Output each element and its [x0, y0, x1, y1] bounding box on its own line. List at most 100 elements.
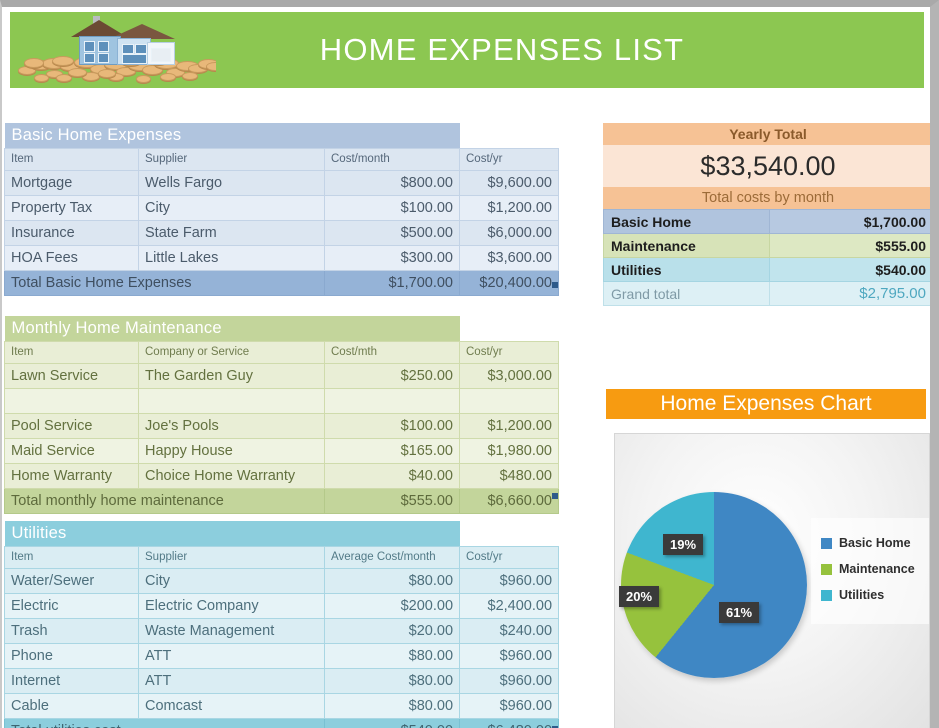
cell-cost-month: $165.00 — [324, 437, 460, 464]
table-total-row: Total utilities cost $540.00 $6,480.00 — [4, 717, 560, 728]
cell-item: Cable — [4, 692, 139, 719]
cell-company: The Garden Guy — [138, 362, 325, 389]
total-cost-month: $1,700.00 — [324, 269, 460, 296]
chart-legend: Basic Home Maintenance Utilities — [811, 518, 929, 624]
table-row[interactable]: Electric Electric Company $200.00 $2,400… — [4, 592, 560, 619]
breakdown-row-maintenance[interactable]: Maintenance $555.00 — [603, 233, 930, 258]
cell-cost-yr: $3,000.00 — [459, 362, 559, 389]
column-header-avg-cost-month: Average Cost/month — [323, 545, 461, 569]
cell-item: HOA Fees — [4, 244, 139, 271]
pie-data-label-maintenance: 20% — [619, 586, 660, 607]
table-total-row: Total monthly home maintenance $555.00 $… — [4, 487, 559, 514]
column-header-cost-month: Cost/month — [324, 147, 460, 171]
cell-cost-yr: $480.00 — [459, 462, 559, 489]
cell-item: Phone — [4, 642, 139, 669]
table-row[interactable]: Home Warranty Choice Home Warranty $40.0… — [4, 462, 559, 489]
cell-cost-month: $100.00 — [324, 194, 460, 221]
table-row[interactable]: Pool Service Joe's Pools $100.00 $1,200.… — [4, 412, 559, 439]
table-row[interactable]: Mortgage Wells Fargo $800.00 $9,600.00 — [4, 169, 559, 196]
cell-cost-yr: $960.00 — [459, 667, 560, 694]
legend-item-maintenance[interactable]: Maintenance — [821, 562, 929, 576]
pie-slices — [621, 492, 807, 678]
table-row[interactable]: Phone ATT $80.00 $960.00 — [4, 642, 560, 669]
table-row[interactable]: Insurance State Farm $500.00 $6,000.00 — [4, 219, 559, 246]
monthly-breakdown-table: Basic Home $1,700.00 Maintenance $555.00… — [603, 209, 930, 306]
table-row[interactable]: HOA Fees Little Lakes $300.00 $3,600.00 — [4, 244, 559, 271]
selection-handle[interactable] — [552, 493, 558, 499]
cell-cost-month: $200.00 — [323, 592, 461, 619]
cell-supplier: State Farm — [138, 219, 325, 246]
breakdown-value: $540.00 — [769, 257, 930, 282]
pie-data-label-utilities: 19% — [663, 534, 704, 555]
cell-cost-yr: $1,200.00 — [459, 194, 559, 221]
legend-item-basic-home[interactable]: Basic Home — [821, 536, 929, 550]
table-row[interactable]: Property Tax City $100.00 $1,200.00 — [4, 194, 559, 221]
cell-item: Mortgage — [4, 169, 139, 196]
cell-item: Electric — [4, 592, 139, 619]
table-header-row: Item Company or Service Cost/mth Cost/yr — [4, 340, 559, 364]
table-title: Monthly Home Maintenance — [4, 316, 460, 341]
cell-supplier: Wells Fargo — [138, 169, 325, 196]
total-cost-month: $555.00 — [324, 487, 460, 514]
cell-cost-month: $80.00 — [323, 642, 461, 669]
yearly-total-panel: Yearly Total $33,540.00 Total costs by m… — [603, 123, 930, 306]
table-row[interactable]: Lawn Service The Garden Guy $250.00 $3,0… — [4, 362, 559, 389]
cell-supplier: ATT — [138, 642, 325, 669]
column-header-cost-yr: Cost/yr — [459, 340, 559, 364]
legend-swatch-icon — [821, 563, 832, 575]
breakdown-row-grand-total[interactable]: Grand total $2,795.00 — [603, 281, 930, 306]
selection-handle[interactable] — [552, 282, 558, 288]
column-header-supplier: Supplier — [138, 147, 325, 171]
cell-supplier: Electric Company — [138, 592, 325, 619]
total-cost-yr: $6,480.00 — [459, 717, 560, 728]
cell-cost-yr: $960.00 — [459, 692, 560, 719]
column-header-supplier: Supplier — [138, 545, 325, 569]
breakdown-row-utilities[interactable]: Utilities $540.00 — [603, 257, 930, 282]
table-row[interactable]: Trash Waste Management $20.00 $240.00 — [4, 617, 560, 644]
table-title-row: Utilities — [4, 521, 559, 546]
home-expenses-pie-chart[interactable]: 61% 20% 19% Basic Home Maintenance Utili… — [614, 433, 930, 728]
table-row[interactable]: Internet ATT $80.00 $960.00 — [4, 667, 560, 694]
cell-cost-month — [324, 387, 460, 414]
cell-item: Home Warranty — [4, 462, 139, 489]
pie-data-label-basic-home: 61% — [719, 602, 760, 623]
chart-title: Home Expenses Chart — [606, 389, 926, 419]
table-title-row: Basic Home Expenses — [4, 123, 559, 148]
column-header-item: Item — [4, 545, 139, 569]
column-header-company: Company or Service — [138, 340, 325, 364]
cell-cost-month: $80.00 — [323, 567, 461, 594]
cell-company: Joe's Pools — [138, 412, 325, 439]
legend-swatch-icon — [821, 537, 832, 549]
cell-cost-yr: $960.00 — [459, 567, 560, 594]
table-row[interactable] — [4, 387, 559, 414]
breakdown-label: Maintenance — [603, 233, 770, 258]
pie-graphic: 61% 20% 19% — [619, 492, 807, 678]
legend-label: Maintenance — [839, 562, 915, 576]
cell-item: Trash — [4, 617, 139, 644]
grand-total-label: Grand total — [603, 281, 770, 306]
total-cost-month: $540.00 — [323, 717, 461, 728]
cell-supplier: ATT — [138, 667, 325, 694]
table-row[interactable]: Cable Comcast $80.00 $960.00 — [4, 692, 560, 719]
cell-cost-month: $300.00 — [324, 244, 460, 271]
cell-company: Happy House — [138, 437, 325, 464]
column-header-cost-mth: Cost/mth — [324, 340, 460, 364]
cell-cost-month: $500.00 — [324, 219, 460, 246]
column-header-cost-yr: Cost/yr — [459, 147, 559, 171]
cell-cost-month: $80.00 — [323, 692, 461, 719]
breakdown-row-basic-home[interactable]: Basic Home $1,700.00 — [603, 209, 930, 234]
total-cost-yr: $20,400.00 — [459, 269, 559, 296]
cell-cost-yr: $2,400.00 — [459, 592, 560, 619]
cell-cost-month: $800.00 — [324, 169, 460, 196]
cell-cost-month: $80.00 — [323, 667, 461, 694]
table-row[interactable]: Maid Service Happy House $165.00 $1,980.… — [4, 437, 559, 464]
legend-item-utilities[interactable]: Utilities — [821, 588, 929, 602]
legend-swatch-icon — [821, 589, 832, 601]
cell-cost-month: $40.00 — [324, 462, 460, 489]
cell-item: Pool Service — [4, 412, 139, 439]
yearly-total-header: Yearly Total — [603, 123, 930, 145]
column-header-item: Item — [4, 340, 139, 364]
cell-cost-month: $20.00 — [323, 617, 461, 644]
cell-item: Water/Sewer — [4, 567, 139, 594]
table-row[interactable]: Water/Sewer City $80.00 $960.00 — [4, 567, 560, 594]
